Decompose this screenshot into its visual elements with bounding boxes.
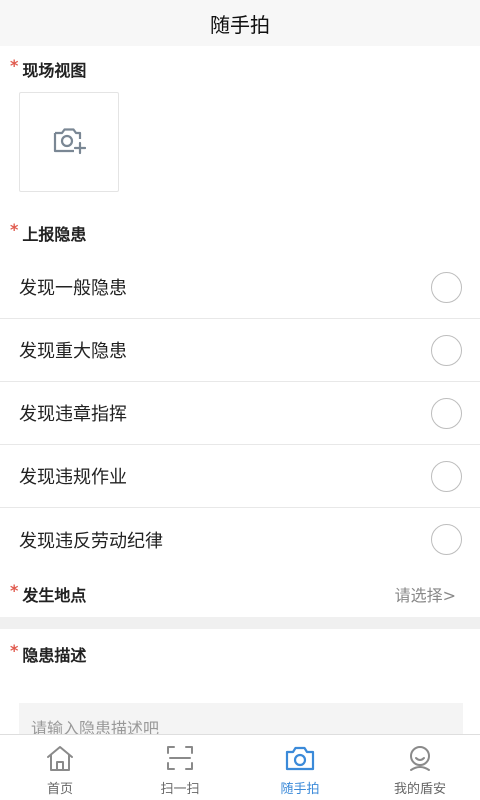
radio-button[interactable] [431,334,462,366]
radio-button[interactable] [431,397,462,429]
camera-icon [284,743,316,773]
tab-scan[interactable]: 扫一扫 [120,735,240,800]
section-divider [0,617,480,629]
location-select[interactable]: 请选择> [395,582,456,606]
tab-label: 扫一扫 [160,782,200,797]
option-illegal-command[interactable]: 发现违章指挥 [0,382,480,445]
option-general-hazard[interactable]: 发现一般隐患 [0,256,480,319]
top-bar: 随手拍 [0,0,480,46]
tab-home[interactable]: 首页 [0,735,120,800]
location-row[interactable]: * 发生地点 请选择> [0,571,480,617]
option-label: 发现违章指挥 [19,404,127,425]
option-label: 发现违反劳动纪律 [19,530,163,552]
report-title: 上报隐患 [22,225,87,244]
tab-profile[interactable]: 我的盾安 [360,735,480,800]
required-mark: * [10,55,19,75]
profile-icon [404,743,436,773]
location-title: 发生地点 [22,586,87,605]
bottom-tab-bar: 首页 扫一扫 随手拍 我的盾安 [0,734,480,800]
radio-button[interactable] [431,524,462,555]
required-mark: * [10,219,19,239]
option-label: 发现重大隐患 [19,341,127,362]
page-title: 随手拍 [210,12,270,37]
camera-add-icon [52,125,87,159]
radio-button[interactable] [431,271,462,303]
required-mark: * [10,640,19,660]
report-section-title: * 上报隐患 [0,210,480,256]
tab-label: 我的盾安 [393,782,446,797]
form-content: * 现场视图 * 上报隐患 发现一般隐患 发现重大隐患 发现违章指挥 发现违规作… [0,46,480,734]
radio-button[interactable] [431,460,462,492]
option-major-hazard[interactable]: 发现重大隐患 [0,319,480,382]
tab-label: 随手拍 [280,782,320,797]
tab-label: 首页 [46,782,73,797]
location-section-title: * 发生地点 [0,571,86,617]
home-icon [44,743,76,773]
scene-view-section-title: * 现场视图 [0,46,480,92]
description-title: 隐患描述 [22,646,87,665]
description-section-title: * 隐患描述 [0,629,480,679]
option-illegal-operation[interactable]: 发现违规作业 [0,445,480,508]
option-labor-discipline[interactable]: 发现违反劳动纪律 [0,508,480,571]
option-label: 发现违规作业 [19,467,127,488]
add-photo-button[interactable] [19,92,119,192]
required-mark: * [10,580,19,600]
scan-icon [164,743,196,773]
option-label: 发现一般隐患 [19,278,127,299]
scene-view-title: 现场视图 [22,61,87,80]
description-input[interactable] [19,703,463,734]
tab-snapshot[interactable]: 随手拍 [240,735,360,800]
